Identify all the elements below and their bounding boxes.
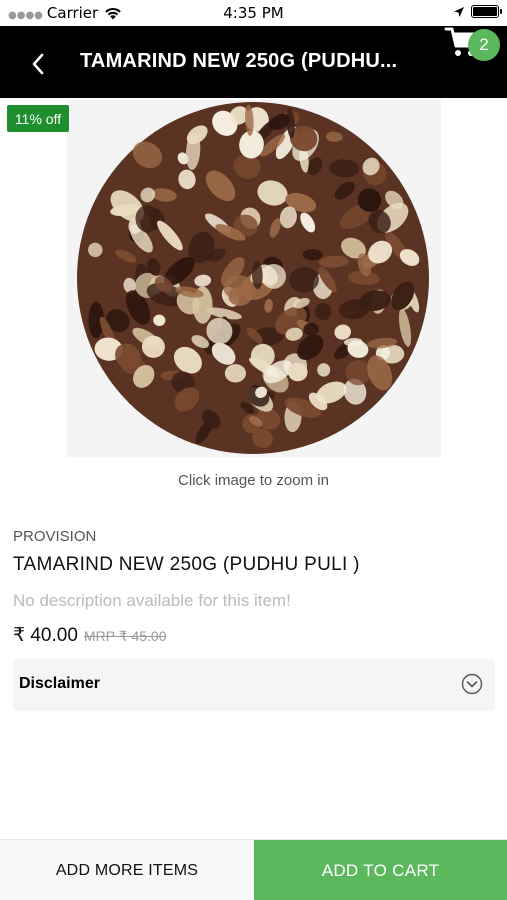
status-right bbox=[453, 5, 502, 18]
back-button[interactable] bbox=[22, 48, 54, 80]
disclaimer-accordion[interactable]: Disclaimer bbox=[13, 659, 495, 711]
discount-badge: 11% off bbox=[7, 105, 69, 132]
zoom-hint: Click image to zoom in bbox=[178, 472, 329, 489]
status-bar: ●●●● Carrier 4:35 PM bbox=[0, 0, 507, 26]
chevron-left-icon bbox=[32, 53, 44, 75]
disclaimer-label: Disclaimer bbox=[19, 675, 100, 692]
add-to-cart-button[interactable]: ADD TO CART bbox=[254, 840, 507, 900]
product-category: PROVISION bbox=[13, 528, 97, 545]
add-more-items-button[interactable]: ADD MORE ITEMS bbox=[0, 840, 254, 900]
product-price: ₹ 40.00 bbox=[13, 625, 78, 646]
cart-count-badge[interactable]: 2 bbox=[468, 29, 500, 61]
status-time: 4:35 PM bbox=[223, 4, 284, 22]
product-image[interactable] bbox=[67, 100, 441, 457]
price-row: ₹ 40.00 MRP ₹ 45.00 bbox=[13, 624, 167, 647]
chevron-down-circle-icon[interactable] bbox=[461, 673, 483, 695]
product-description: No description available for this item! bbox=[13, 591, 291, 610]
app-header: TAMARIND NEW 250G (PUDHU... bbox=[0, 26, 507, 98]
tamarind-photo bbox=[67, 100, 441, 457]
product-mrp: MRP ₹ 45.00 bbox=[83, 628, 167, 644]
product-name: TAMARIND NEW 250G (PUDHU PULI ) bbox=[13, 554, 360, 575]
battery-icon bbox=[471, 5, 502, 18]
page-title: TAMARIND NEW 250G (PUDHU... bbox=[80, 50, 398, 72]
bottom-action-bar: ADD MORE ITEMS ADD TO CART bbox=[0, 839, 507, 900]
location-arrow-icon bbox=[454, 6, 464, 17]
